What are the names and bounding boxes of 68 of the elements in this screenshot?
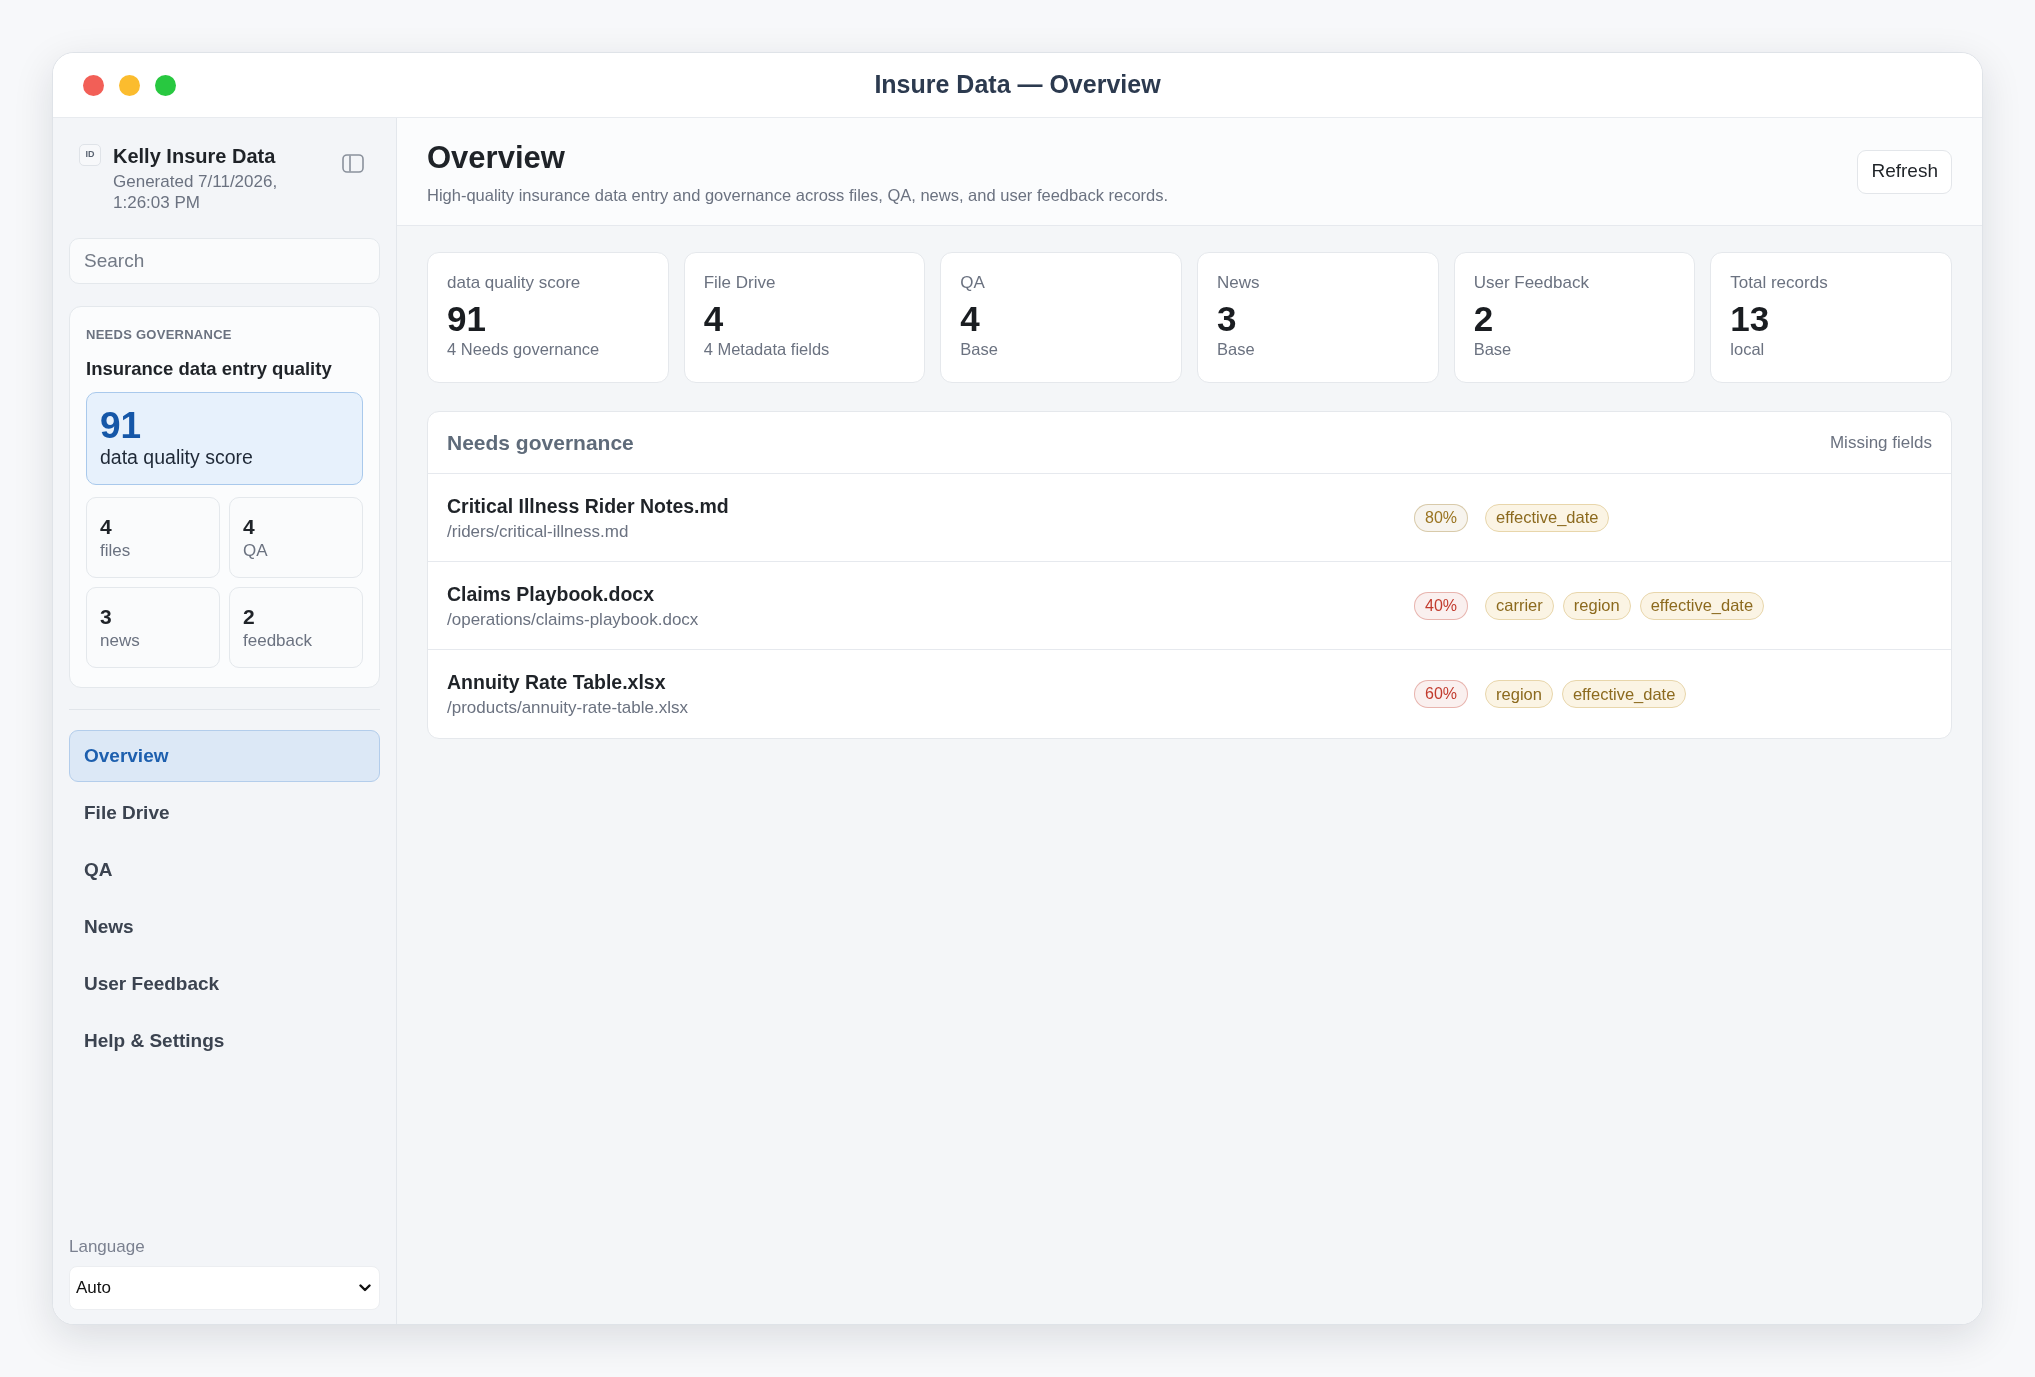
stat-note: 4 Metadata fields	[703, 339, 831, 359]
section-label: NEEDS GOVERNANCE	[86, 327, 233, 343]
count-label: QA	[243, 539, 269, 562]
file-path: /products/annuity-rate-table.xlsx	[447, 698, 689, 718]
score-label: data quality score	[100, 445, 254, 470]
count-value: 4	[243, 513, 256, 540]
language-select[interactable]: Auto	[69, 1266, 380, 1310]
count-value: 4	[100, 513, 113, 540]
page-title: Overview	[427, 138, 566, 177]
missing-field-tag: effective_date	[1639, 591, 1765, 620]
missing-field-tag: region	[1485, 680, 1553, 708]
stat-note: Base	[1473, 339, 1513, 359]
sidebar-toggle-icon[interactable]	[342, 154, 364, 173]
close-window-icon[interactable]	[83, 74, 104, 96]
minimize-window-icon[interactable]	[119, 74, 140, 96]
nav-item[interactable]: File Drive	[69, 787, 380, 839]
missing-field-tag: effective_date	[1561, 680, 1687, 708]
count-label: files	[100, 539, 132, 562]
file-name: Critical Illness Rider Notes.md	[447, 493, 730, 518]
count-label: feedback	[243, 629, 313, 652]
app-logo: ID	[79, 144, 101, 166]
missing-field-tag: carrier	[1485, 591, 1554, 620]
count-value: 2	[243, 603, 256, 630]
stat-label: User Feedback	[1473, 273, 1590, 293]
column-label: Missing fields	[1829, 431, 1932, 454]
missing-field-tag: effective_date	[1485, 503, 1610, 532]
stat-label: File Drive	[703, 273, 777, 293]
generated-timestamp: Generated 7/11/2026, 1:26:03 PM	[113, 171, 279, 213]
completeness-pill: 80%	[1414, 503, 1469, 532]
brand-name: Kelly Insure Data	[113, 144, 277, 168]
stat-note: local	[1730, 339, 1766, 359]
file-path: /operations/claims-playbook.docx	[447, 609, 700, 630]
zoom-window-icon[interactable]	[155, 74, 176, 96]
file-name: Claims Playbook.docx	[447, 581, 655, 606]
stat-note: Base	[1217, 339, 1256, 359]
stat-label: QA	[960, 273, 986, 293]
completeness-pill: 60%	[1414, 680, 1469, 708]
nav-item[interactable]: Help & Settings	[69, 1015, 380, 1067]
stat-value: 3	[1217, 299, 1238, 339]
page-subtitle: High-quality insurance data entry and governance across files, QA, news, and user feedback records.	[427, 184, 1169, 205]
count-value: 3	[100, 603, 113, 630]
card-title: Needs governance	[447, 429, 634, 456]
search-field[interactable]: Search	[69, 238, 380, 284]
completeness-pill: 40%	[1414, 591, 1469, 620]
count-label: news	[100, 629, 141, 652]
stat-label: data quality score	[447, 273, 582, 293]
file-path: /riders/critical-illness.md	[447, 521, 630, 542]
stat-note: Base	[960, 339, 999, 359]
nav-item[interactable]: QA	[69, 844, 380, 896]
card-title: Insurance data entry quality	[86, 358, 333, 380]
language-label: Language	[69, 1236, 146, 1258]
window-title: Insure Data — Overview	[874, 69, 1161, 101]
chevron-down-icon	[359, 1284, 371, 1292]
nav-item[interactable]: User Feedback	[69, 958, 380, 1010]
file-name: Annuity Rate Table.xlsx	[447, 670, 667, 694]
stat-value: 2	[1473, 299, 1495, 339]
stat-value: 13	[1730, 299, 1771, 339]
stat-label: Total records	[1730, 273, 1829, 293]
missing-field-tag: region	[1562, 591, 1631, 620]
stat-value: 91	[447, 299, 487, 339]
nav-item[interactable]: News	[69, 901, 380, 953]
stat-note: 4 Needs governance	[447, 339, 601, 359]
score-value: 91	[100, 407, 143, 445]
refresh-button[interactable]: Refresh	[1857, 149, 1952, 194]
stat-value: 4	[960, 299, 981, 339]
nav-item[interactable]: Overview	[69, 730, 380, 782]
stat-value: 4	[703, 299, 725, 339]
stat-label: News	[1217, 273, 1261, 293]
